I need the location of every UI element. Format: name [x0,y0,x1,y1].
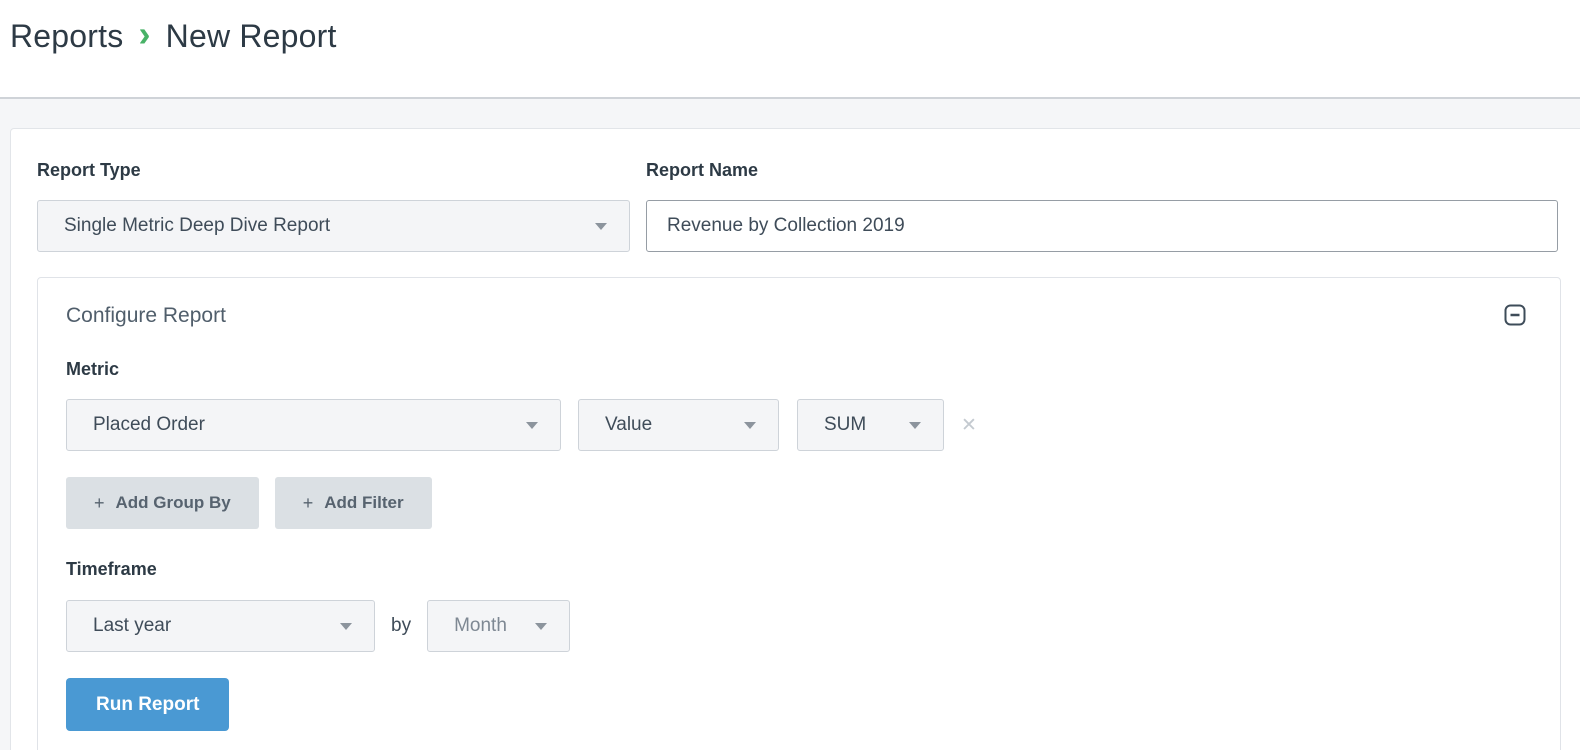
report-builder-panel: Report Type Single Metric Deep Dive Repo… [10,128,1580,750]
timeframe-range-value: Last year [93,615,171,637]
timeframe-label: Timeframe [66,559,1532,580]
add-filter-label: Add Filter [324,493,403,513]
chevron-down-icon [744,422,756,429]
timeframe-range-select[interactable]: Last year [66,600,375,652]
remove-metric-icon[interactable]: ✕ [961,416,977,435]
breadcrumb-reports-link[interactable]: Reports [10,14,123,58]
report-name-input[interactable] [646,200,1558,252]
page-title: New Report [166,14,337,58]
timeframe-by-label: by [391,615,411,637]
add-filter-button[interactable]: + Add Filter [275,477,432,529]
report-name-label: Report Name [646,160,1558,181]
metric-label: Metric [66,359,1532,380]
report-type-label: Report Type [37,160,630,181]
configure-report-title: Configure Report [66,304,1532,328]
report-type-value: Single Metric Deep Dive Report [64,215,330,237]
chevron-right-icon: › [138,14,150,58]
metric-aggregate-select[interactable]: SUM [797,399,944,451]
page-header: Reports › New Report [0,0,1580,99]
collapse-section-button[interactable] [1504,304,1526,326]
run-report-button[interactable]: Run Report [66,678,229,731]
breadcrumb: Reports › New Report [10,14,1580,58]
chevron-down-icon [526,422,538,429]
timeframe-row: Last year by Month [66,600,1532,652]
metric-row: Placed Order Value SUM ✕ [66,399,1532,451]
timeframe-interval-select[interactable]: Month [427,600,570,652]
minus-square-icon [1504,314,1526,329]
add-group-by-button[interactable]: + Add Group By [66,477,259,529]
metric-event-value: Placed Order [93,414,205,436]
metric-actions-row: + Add Group By + Add Filter [66,477,1532,529]
configure-report-card: Configure Report Metric Placed Order Val… [37,277,1561,750]
chevron-down-icon [340,623,352,630]
page-content: Report Type Single Metric Deep Dive Repo… [0,99,1580,750]
metric-aggregate-value: SUM [824,414,866,436]
chevron-down-icon [535,623,547,630]
timeframe-interval-value: Month [454,615,507,637]
add-group-by-label: Add Group By [116,493,231,513]
chevron-down-icon [595,223,607,230]
metric-property-value: Value [605,414,652,436]
report-type-select[interactable]: Single Metric Deep Dive Report [37,200,630,252]
chevron-down-icon [909,422,921,429]
plus-icon: + [303,493,314,514]
plus-icon: + [94,493,105,514]
metric-event-select[interactable]: Placed Order [66,399,561,451]
metric-property-select[interactable]: Value [578,399,779,451]
